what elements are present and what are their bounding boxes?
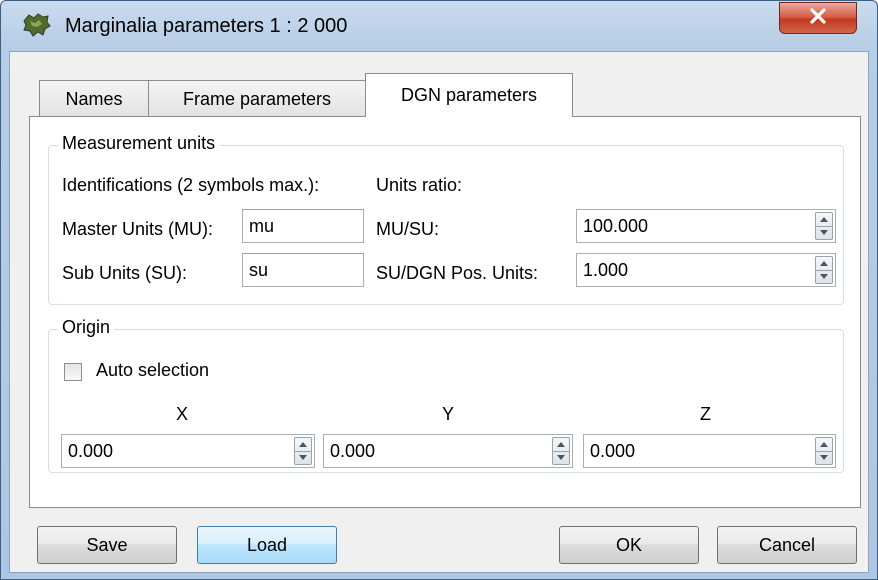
units-ratio-label: Units ratio:	[376, 175, 463, 195]
load-button[interactable]: Load	[197, 526, 337, 564]
save-button[interactable]: Save	[37, 526, 177, 564]
spin-arrows-icon[interactable]	[815, 256, 833, 284]
tab-label: DGN parameters	[400, 85, 538, 105]
load-button-label: Load	[246, 534, 288, 555]
ok-button-label: OK	[615, 534, 642, 555]
origin-z-value: 0.000	[590, 441, 636, 461]
ok-button[interactable]: OK	[559, 526, 699, 564]
mu-su-label: MU/SU:	[376, 219, 439, 239]
auto-selection-label: Auto selection	[96, 360, 210, 380]
tab-label: Names	[65, 89, 123, 109]
window-title: Marginalia parameters 1 : 2 000	[65, 15, 348, 37]
tab-names[interactable]: Names	[39, 80, 149, 118]
origin-y-value: 0.000	[330, 441, 376, 461]
cancel-button-label: Cancel	[758, 534, 816, 555]
master-units-label: Master Units (MU):	[62, 219, 214, 239]
x-label: X	[176, 404, 189, 424]
sub-units-field[interactable]: su	[242, 253, 364, 287]
spin-arrows-icon[interactable]	[294, 437, 312, 465]
title-bar[interactable]: Marginalia parameters 1 : 2 000	[1, 1, 877, 51]
close-button[interactable]	[779, 2, 857, 34]
origin-title: Origin	[58, 317, 115, 338]
tab-frame-parameters[interactable]: Frame parameters	[148, 80, 366, 118]
origin-z-spinbox[interactable]: 0.000	[583, 434, 836, 468]
y-label: Y	[442, 404, 455, 424]
auto-selection-checkbox[interactable]	[64, 363, 82, 381]
tab-label: Frame parameters	[182, 89, 332, 109]
su-dgn-value: 1.000	[583, 260, 629, 280]
origin-y-spinbox[interactable]: 0.000	[323, 434, 573, 468]
su-dgn-label: SU/DGN Pos. Units:	[376, 263, 539, 283]
identifications-label: Identifications (2 symbols max.):	[62, 175, 320, 195]
z-label: Z	[700, 404, 711, 424]
mu-su-spinbox[interactable]: 100.000	[576, 209, 836, 243]
dgn-parameters-panel: Measurement units Identifications (2 sym…	[29, 116, 861, 508]
save-button-label: Save	[86, 534, 128, 555]
measurement-units-title: Measurement units	[58, 133, 220, 154]
map-icon	[21, 11, 51, 39]
spin-arrows-icon[interactable]	[815, 212, 833, 240]
spin-arrows-icon[interactable]	[552, 437, 570, 465]
mu-su-value: 100.000	[583, 216, 649, 236]
tab-dgn-parameters[interactable]: DGN parameters	[365, 73, 573, 117]
cancel-button[interactable]: Cancel	[717, 526, 857, 564]
origin-x-value: 0.000	[68, 441, 114, 461]
close-icon	[808, 7, 828, 30]
master-units-field[interactable]: mu	[242, 209, 364, 243]
origin-x-spinbox[interactable]: 0.000	[61, 434, 315, 468]
dialog-window: Marginalia parameters 1 : 2 000 Names Fr…	[0, 0, 878, 580]
spin-arrows-icon[interactable]	[815, 437, 833, 465]
sub-units-label: Sub Units (SU):	[62, 263, 188, 283]
su-dgn-spinbox[interactable]: 1.000	[576, 253, 836, 287]
